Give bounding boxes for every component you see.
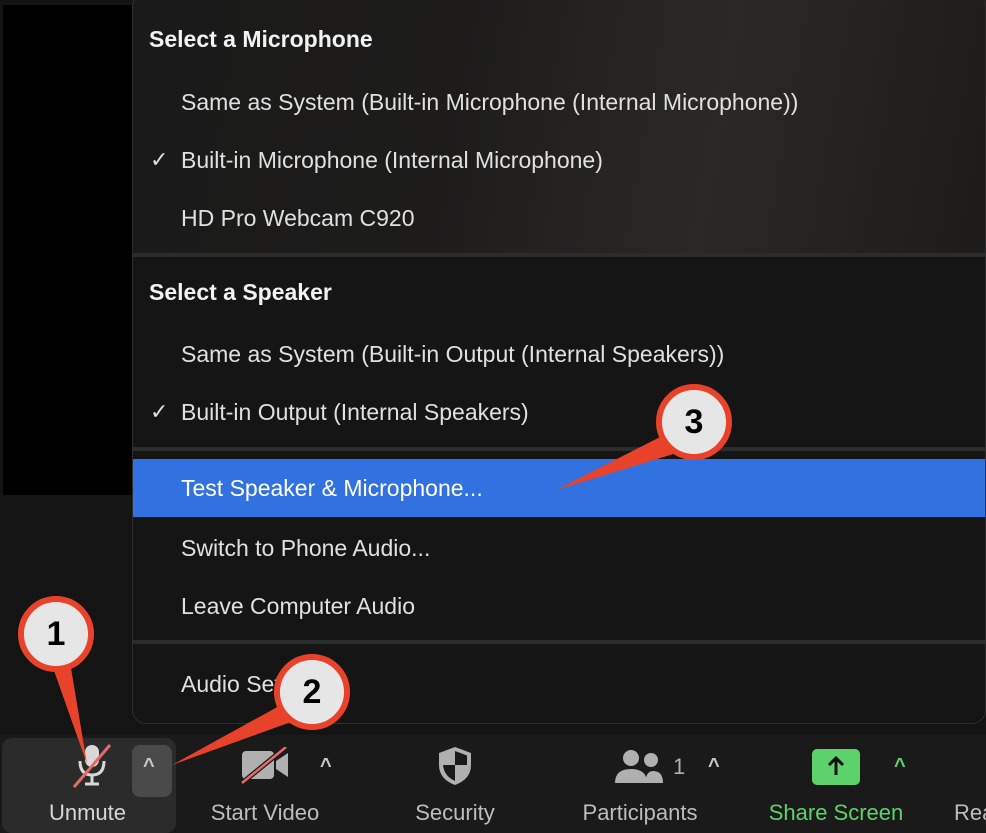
participants-count: 1	[673, 754, 686, 779]
leave-computer-audio-item[interactable]: Leave Computer Audio	[133, 577, 985, 635]
start-video-label: Start Video	[210, 800, 320, 825]
menu-item-label: Built-in Output (Internal Speakers)	[181, 399, 529, 425]
checkmark-icon: ✓	[150, 147, 169, 172]
speaker-heading: Select a Speaker	[149, 279, 332, 305]
annotation-callout-3: 3	[656, 384, 732, 460]
test-speaker-microphone-item[interactable]: Test Speaker & Microphone...	[133, 459, 985, 517]
microphone-muted-icon	[72, 744, 112, 788]
speaker-item[interactable]: ✓ Built-in Output (Internal Speakers)	[133, 383, 985, 441]
microphone-item[interactable]: HD Pro Webcam C920	[133, 189, 985, 247]
annotation-callout-1: 1	[18, 596, 94, 672]
switch-to-phone-audio-item[interactable]: Switch to Phone Audio...	[133, 519, 985, 577]
start-video-button[interactable]: Start Video	[195, 735, 335, 828]
menu-item-label: Leave Computer Audio	[181, 593, 415, 619]
participants-options-caret[interactable]: ^	[708, 755, 720, 778]
participants-icon	[615, 750, 663, 783]
menu-item-label: Same as System (Built-in Output (Interna…	[181, 341, 725, 367]
security-label: Security	[415, 800, 495, 825]
share-screen-button[interactable]: Share Screen	[756, 735, 916, 828]
participants-button[interactable]: 1 Participants	[565, 735, 715, 828]
microphone-item[interactable]: Same as System (Built-in Microphone (Int…	[133, 73, 985, 131]
security-button[interactable]: Security	[405, 735, 505, 828]
video-options-caret[interactable]: ^	[320, 755, 332, 778]
reactions-button[interactable]: Rea	[954, 735, 986, 828]
unmute-label: Unmute	[48, 800, 127, 825]
menu-item-label: Same as System (Built-in Microphone (Int…	[181, 89, 799, 115]
checkmark-icon: ✓	[150, 399, 169, 424]
audio-settings-item[interactable]: Audio Settings...	[133, 655, 985, 713]
video-camera-off-icon	[240, 747, 288, 785]
menu-item-label: HD Pro Webcam C920	[181, 205, 415, 231]
annotation-callout-2: 2	[274, 654, 350, 730]
menu-item-label: Built-in Microphone (Internal Microphone…	[181, 147, 603, 173]
microphone-item[interactable]: ✓ Built-in Microphone (Internal Micropho…	[133, 131, 985, 189]
share-options-caret[interactable]: ^	[894, 755, 906, 778]
share-screen-label: Share Screen	[768, 800, 904, 825]
audio-options-menu: Select a Microphone Same as System (Buil…	[132, 0, 986, 724]
reactions-label: Rea	[954, 800, 986, 825]
menu-item-label: Test Speaker & Microphone...	[181, 475, 483, 501]
speaker-item[interactable]: Same as System (Built-in Output (Interna…	[133, 325, 985, 383]
menu-divider	[133, 253, 985, 257]
menu-divider	[133, 447, 985, 451]
share-screen-icon	[812, 749, 860, 785]
participants-label: Participants	[582, 800, 698, 825]
video-tile	[3, 5, 133, 495]
menu-divider	[133, 640, 985, 644]
microphone-heading: Select a Microphone	[149, 26, 373, 52]
audio-options-caret-button[interactable]: ^	[132, 745, 172, 797]
caret-up-icon: ^	[143, 755, 155, 777]
meeting-toolbar: Unmute ^ Start Video ^ Security 1 Partic…	[0, 735, 986, 833]
menu-item-label: Switch to Phone Audio...	[181, 535, 431, 561]
security-shield-icon	[439, 747, 471, 785]
